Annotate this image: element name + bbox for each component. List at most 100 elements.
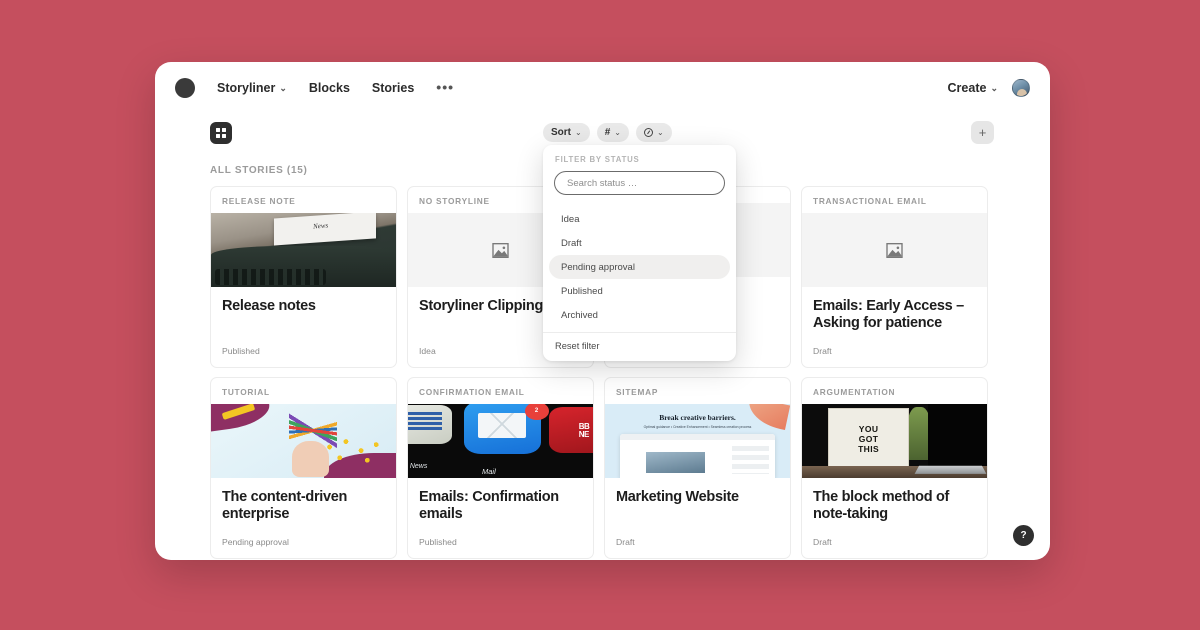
thumb-notification-badge: 2 xyxy=(524,404,549,420)
help-button[interactable]: ? xyxy=(1013,525,1034,546)
story-card[interactable]: ARGUMENTATION YOU GOT THIS The block met… xyxy=(801,377,988,559)
story-card[interactable]: CONFIRMATION EMAIL BB NE 2 News Mail Emai… xyxy=(407,377,594,559)
image-placeholder-icon xyxy=(886,242,903,258)
card-status: Published xyxy=(222,346,260,356)
card-title: Emails: Early Access – Asking for patien… xyxy=(813,298,964,332)
thumb-news-app-icon xyxy=(408,405,453,444)
card-body: Marketing Website xyxy=(605,478,790,537)
status-option-list: Idea Draft Pending approval Published Ar… xyxy=(543,203,736,332)
nav-blocks-label: Blocks xyxy=(308,81,350,95)
top-navigation-bar: Storyliner ⌄ Blocks Stories ••• Create ⌄ xyxy=(155,62,1050,114)
section-title: ALL STORIES (15) xyxy=(210,165,308,176)
nav-item-blocks[interactable]: Blocks xyxy=(309,81,350,95)
card-body: The block method of note-taking xyxy=(802,478,987,537)
primary-nav: Storyliner ⌄ Blocks Stories ••• xyxy=(217,80,454,97)
story-card[interactable]: SITEMAP Break creative barriers. Optimal… xyxy=(604,377,791,559)
status-filter-button[interactable]: ⌄ xyxy=(635,123,672,142)
chevron-down-icon: ⌄ xyxy=(279,82,287,93)
card-status: Draft xyxy=(813,537,832,547)
thumb-lightbox-line-3: THIS xyxy=(858,443,880,454)
card-title: Emails: Confirmation emails xyxy=(419,489,559,523)
thumb-news-label: News xyxy=(409,462,428,470)
thumb-swoosh xyxy=(745,404,790,431)
create-button[interactable]: Create ⌄ xyxy=(948,81,998,95)
thumb-news-text: News xyxy=(312,221,329,231)
reset-filter-button[interactable]: Reset filter xyxy=(555,341,724,351)
sort-button-label: Sort xyxy=(551,127,571,138)
hash-icon: # xyxy=(604,127,611,138)
status-option-archived[interactable]: Archived xyxy=(549,303,730,327)
card-title: The content-driven enterprise xyxy=(222,489,348,523)
thumb-browser-window xyxy=(619,433,776,478)
thumb-bbc-label: BB NE xyxy=(578,422,590,439)
card-title: The block method of note-taking xyxy=(813,489,950,523)
card-thumbnail-sitemap: Break creative barriers. Optimal guidanc… xyxy=(605,404,790,478)
thumb-lightbox-line-2: GOT xyxy=(858,434,879,445)
thumb-browser-panel xyxy=(731,445,769,474)
story-card[interactable]: RELEASE NOTE News Release notes Publishe… xyxy=(210,186,397,368)
nav-item-stories[interactable]: Stories xyxy=(372,81,414,95)
card-kicker: SITEMAP xyxy=(616,387,659,397)
thumb-laptop xyxy=(927,404,987,470)
nav-workspace-label: Storyliner xyxy=(217,81,276,95)
card-title: Release notes xyxy=(222,298,316,314)
dropdown-heading: FILTER BY STATUS xyxy=(555,155,640,164)
card-kicker: TRANSACTIONAL EMAIL xyxy=(813,196,927,206)
story-card[interactable]: TUTORIAL The content-driven enterprise P… xyxy=(210,377,397,559)
card-thumbnail-lightbox: YOU GOT THIS xyxy=(802,404,987,478)
chevron-down-icon: ⌄ xyxy=(614,127,621,137)
card-thumbnail-pencils xyxy=(211,404,396,478)
card-kicker: RELEASE NOTE xyxy=(222,196,296,206)
thumb-browser-photo xyxy=(646,451,706,474)
thumb-typewriter-keys xyxy=(214,268,326,285)
add-story-button[interactable]: + xyxy=(971,121,994,144)
status-search-field[interactable] xyxy=(554,171,725,195)
nav-workspace-switcher[interactable]: Storyliner ⌄ xyxy=(217,81,287,95)
tag-filter-button[interactable]: # ⌄ xyxy=(596,123,629,142)
card-thumbnail-placeholder xyxy=(802,213,987,287)
card-kicker: CONFIRMATION EMAIL xyxy=(419,387,525,397)
card-status: Draft xyxy=(616,537,635,547)
status-filter-dropdown: FILTER BY STATUS Idea Draft Pending appr… xyxy=(543,145,736,361)
card-status: Published xyxy=(419,537,457,547)
grid-view-toggle[interactable] xyxy=(210,122,232,144)
dropdown-footer: Reset filter xyxy=(543,332,736,361)
status-search-input[interactable] xyxy=(567,177,712,189)
card-body: Emails: Early Access – Asking for patien… xyxy=(802,287,987,346)
nav-right-cluster: Create ⌄ xyxy=(948,79,1030,97)
card-title: Marketing Website xyxy=(616,489,739,505)
thumb-dots xyxy=(322,438,385,468)
image-placeholder-icon xyxy=(492,242,509,258)
nav-overflow-icon[interactable]: ••• xyxy=(436,80,454,97)
status-option-draft[interactable]: Draft xyxy=(549,231,730,255)
card-thumbnail-mail-icons: BB NE 2 News Mail xyxy=(408,404,593,478)
nav-stories-label: Stories xyxy=(371,81,415,95)
grid-icon xyxy=(216,128,226,138)
card-body: Emails: Confirmation emails xyxy=(408,478,593,537)
filter-pill-group: Sort ⌄ # ⌄ ⌄ xyxy=(543,123,672,142)
chevron-down-icon: ⌄ xyxy=(656,127,664,137)
app-window: Storyliner ⌄ Blocks Stories ••• Create ⌄ xyxy=(155,62,1050,560)
logo-icon[interactable] xyxy=(175,78,195,98)
chevron-down-icon: ⌄ xyxy=(575,127,582,137)
chevron-down-icon: ⌄ xyxy=(990,82,998,93)
card-body: Release notes xyxy=(211,287,396,346)
sort-button[interactable]: Sort ⌄ xyxy=(543,123,590,142)
card-kicker: TUTORIAL xyxy=(222,387,270,397)
avatar[interactable] xyxy=(1012,79,1030,97)
thumb-mail-label: Mail xyxy=(482,466,496,476)
thumb-headline: Break creative barriers. xyxy=(659,412,736,422)
thumb-envelope-icon xyxy=(478,412,527,439)
status-option-idea[interactable]: Idea xyxy=(549,207,730,231)
create-button-label: Create xyxy=(947,81,987,95)
card-status: Pending approval xyxy=(222,537,289,547)
story-card[interactable]: TRANSACTIONAL EMAIL Emails: Early Access… xyxy=(801,186,988,368)
card-thumbnail-typewriter: News xyxy=(211,213,396,287)
card-body: The content-driven enterprise xyxy=(211,478,396,537)
thumb-lightbox-line-1: YOU xyxy=(858,424,879,435)
thumb-lightbox-sign: YOU GOT THIS xyxy=(827,408,910,471)
thumb-subheadline: Optimal guidance • Creative Enhancement … xyxy=(643,424,752,429)
status-option-published[interactable]: Published xyxy=(549,279,730,303)
status-clock-icon xyxy=(643,128,653,137)
status-option-pending-approval[interactable]: Pending approval xyxy=(549,255,730,279)
